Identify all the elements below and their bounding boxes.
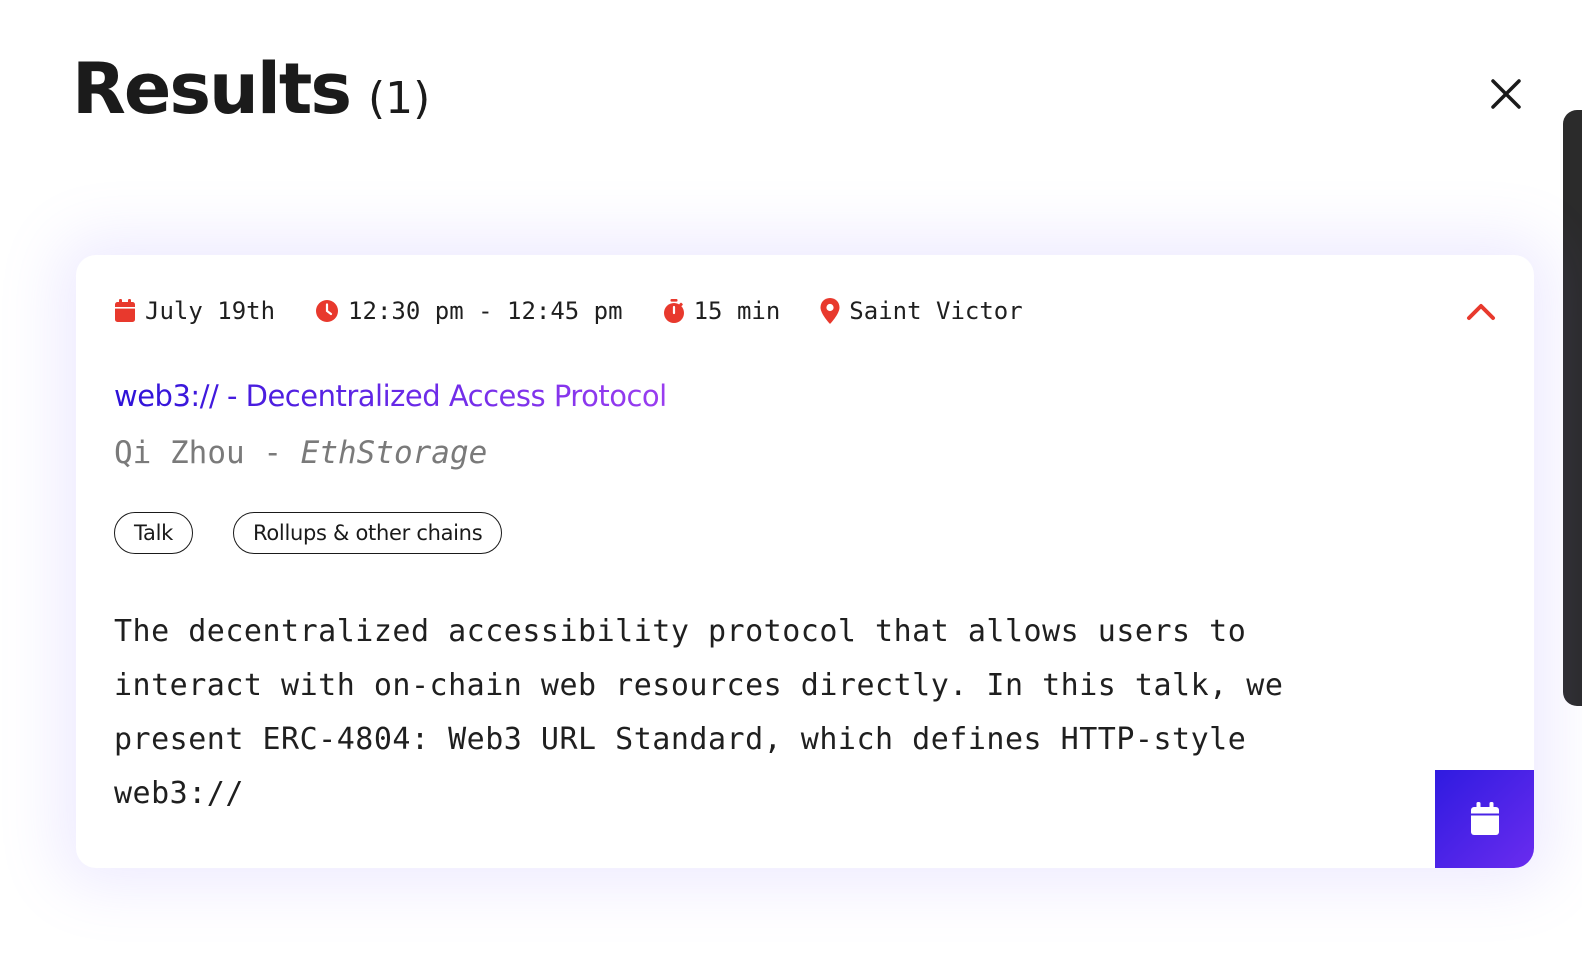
talk-title-link[interactable]: web3:// - Decentralized Access Protocol [114, 379, 667, 413]
speaker-name: Qi Zhou [114, 435, 245, 471]
speaker-organization: EthStorage [300, 435, 488, 471]
event-duration-text: 15 min [693, 297, 781, 325]
event-date-text: July 19th [145, 297, 276, 325]
calendar-icon [115, 299, 135, 322]
page-title: Results [72, 48, 352, 130]
chevron-up-icon [1467, 304, 1495, 320]
close-button[interactable] [1484, 72, 1528, 116]
event-location: Saint Victor [820, 297, 1023, 325]
side-panel-edge [1563, 110, 1582, 706]
event-date: July 19th [114, 297, 275, 325]
tag-track[interactable]: Rollups & other chains [233, 512, 503, 554]
speaker-info: Qi Zhou - EthStorage [114, 435, 487, 471]
results-header: Results (1) [72, 48, 430, 130]
add-to-calendar-button[interactable] [1435, 770, 1534, 868]
event-description: The decentralized accessibility protocol… [114, 614, 1284, 811]
calendar-icon [1470, 802, 1499, 835]
speaker-separator: - [244, 435, 301, 471]
location-pin-icon [820, 298, 840, 324]
collapse-button[interactable] [1466, 299, 1496, 323]
close-icon [1491, 79, 1521, 109]
clock-icon [316, 300, 339, 322]
tag-list: Talk Rollups & other chains [114, 512, 542, 554]
event-location-text: Saint Victor [849, 297, 1023, 325]
event-meta: July 19th 12:30 pm - 12:45 pm 15 min Sai… [114, 297, 1063, 325]
event-duration: 15 min [663, 297, 781, 325]
stopwatch-icon [663, 298, 684, 323]
event-time: 12:30 pm - 12:45 pm [315, 297, 623, 325]
results-count: (1) [368, 73, 431, 124]
tag-talk[interactable]: Talk [114, 512, 194, 554]
event-card: July 19th 12:30 pm - 12:45 pm 15 min Sai… [76, 255, 1534, 868]
event-time-text: 12:30 pm - 12:45 pm [348, 297, 623, 325]
